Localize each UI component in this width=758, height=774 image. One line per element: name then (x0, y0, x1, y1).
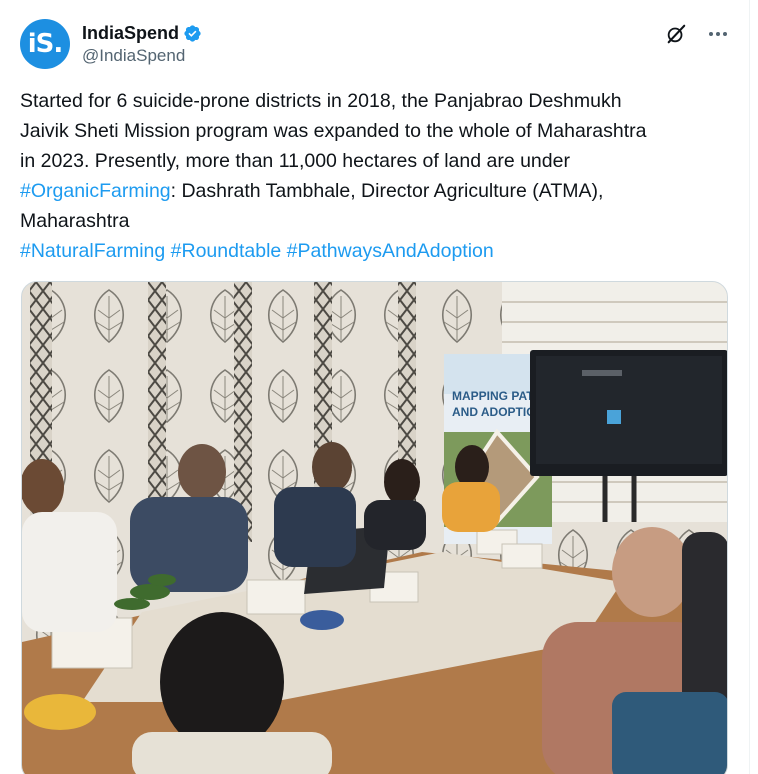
hashtag-roundtable[interactable]: #Roundtable (171, 240, 282, 262)
tweet-line: Started for 6 suicide-prone districts in… (20, 90, 622, 112)
tweet-header: iS. IndiaSpend @IndiaSpend (20, 18, 730, 70)
tweet-photo[interactable]: MAPPING PATHWA AND ADOPTION (21, 281, 728, 774)
display-name[interactable]: IndiaSpend (82, 23, 179, 44)
tweet-text: Started for 6 suicide-prone districts in… (20, 86, 730, 266)
tweet-line: Maharashtra (20, 210, 130, 232)
author-names: IndiaSpend @IndiaSpend (82, 23, 202, 66)
header-actions (664, 22, 730, 46)
more-icon[interactable] (706, 22, 730, 46)
tweet-line: Jaivik Sheti Mission program was expande… (20, 120, 647, 142)
handle[interactable]: @IndiaSpend (82, 46, 202, 66)
hashtag-line: #NaturalFarming #Roundtable #PathwaysAnd… (20, 236, 730, 266)
hashtag-natural-farming[interactable]: #NaturalFarming (20, 240, 165, 262)
tweet-line: in 2023. Presently, more than 11,000 hec… (20, 150, 570, 172)
meeting-photo-illustration: MAPPING PATHWA AND ADOPTION (22, 282, 727, 774)
hashtag-organic-farming[interactable]: #OrganicFarming (20, 180, 171, 202)
tweet-line: #OrganicFarming: Dashrath Tambhale, Dire… (20, 176, 730, 206)
tweet-card: iS. IndiaSpend @IndiaSpend Started for 6… (0, 0, 750, 774)
hashtag-pathways-and-adoption[interactable]: #PathwaysAndAdoption (287, 240, 494, 262)
tweet-line-rest: : Dashrath Tambhale, Director Agricultur… (170, 180, 604, 202)
grok-icon[interactable] (664, 22, 688, 46)
avatar[interactable]: iS. (20, 19, 70, 69)
verified-badge-icon (184, 24, 201, 42)
display-name-row: IndiaSpend (82, 23, 202, 44)
